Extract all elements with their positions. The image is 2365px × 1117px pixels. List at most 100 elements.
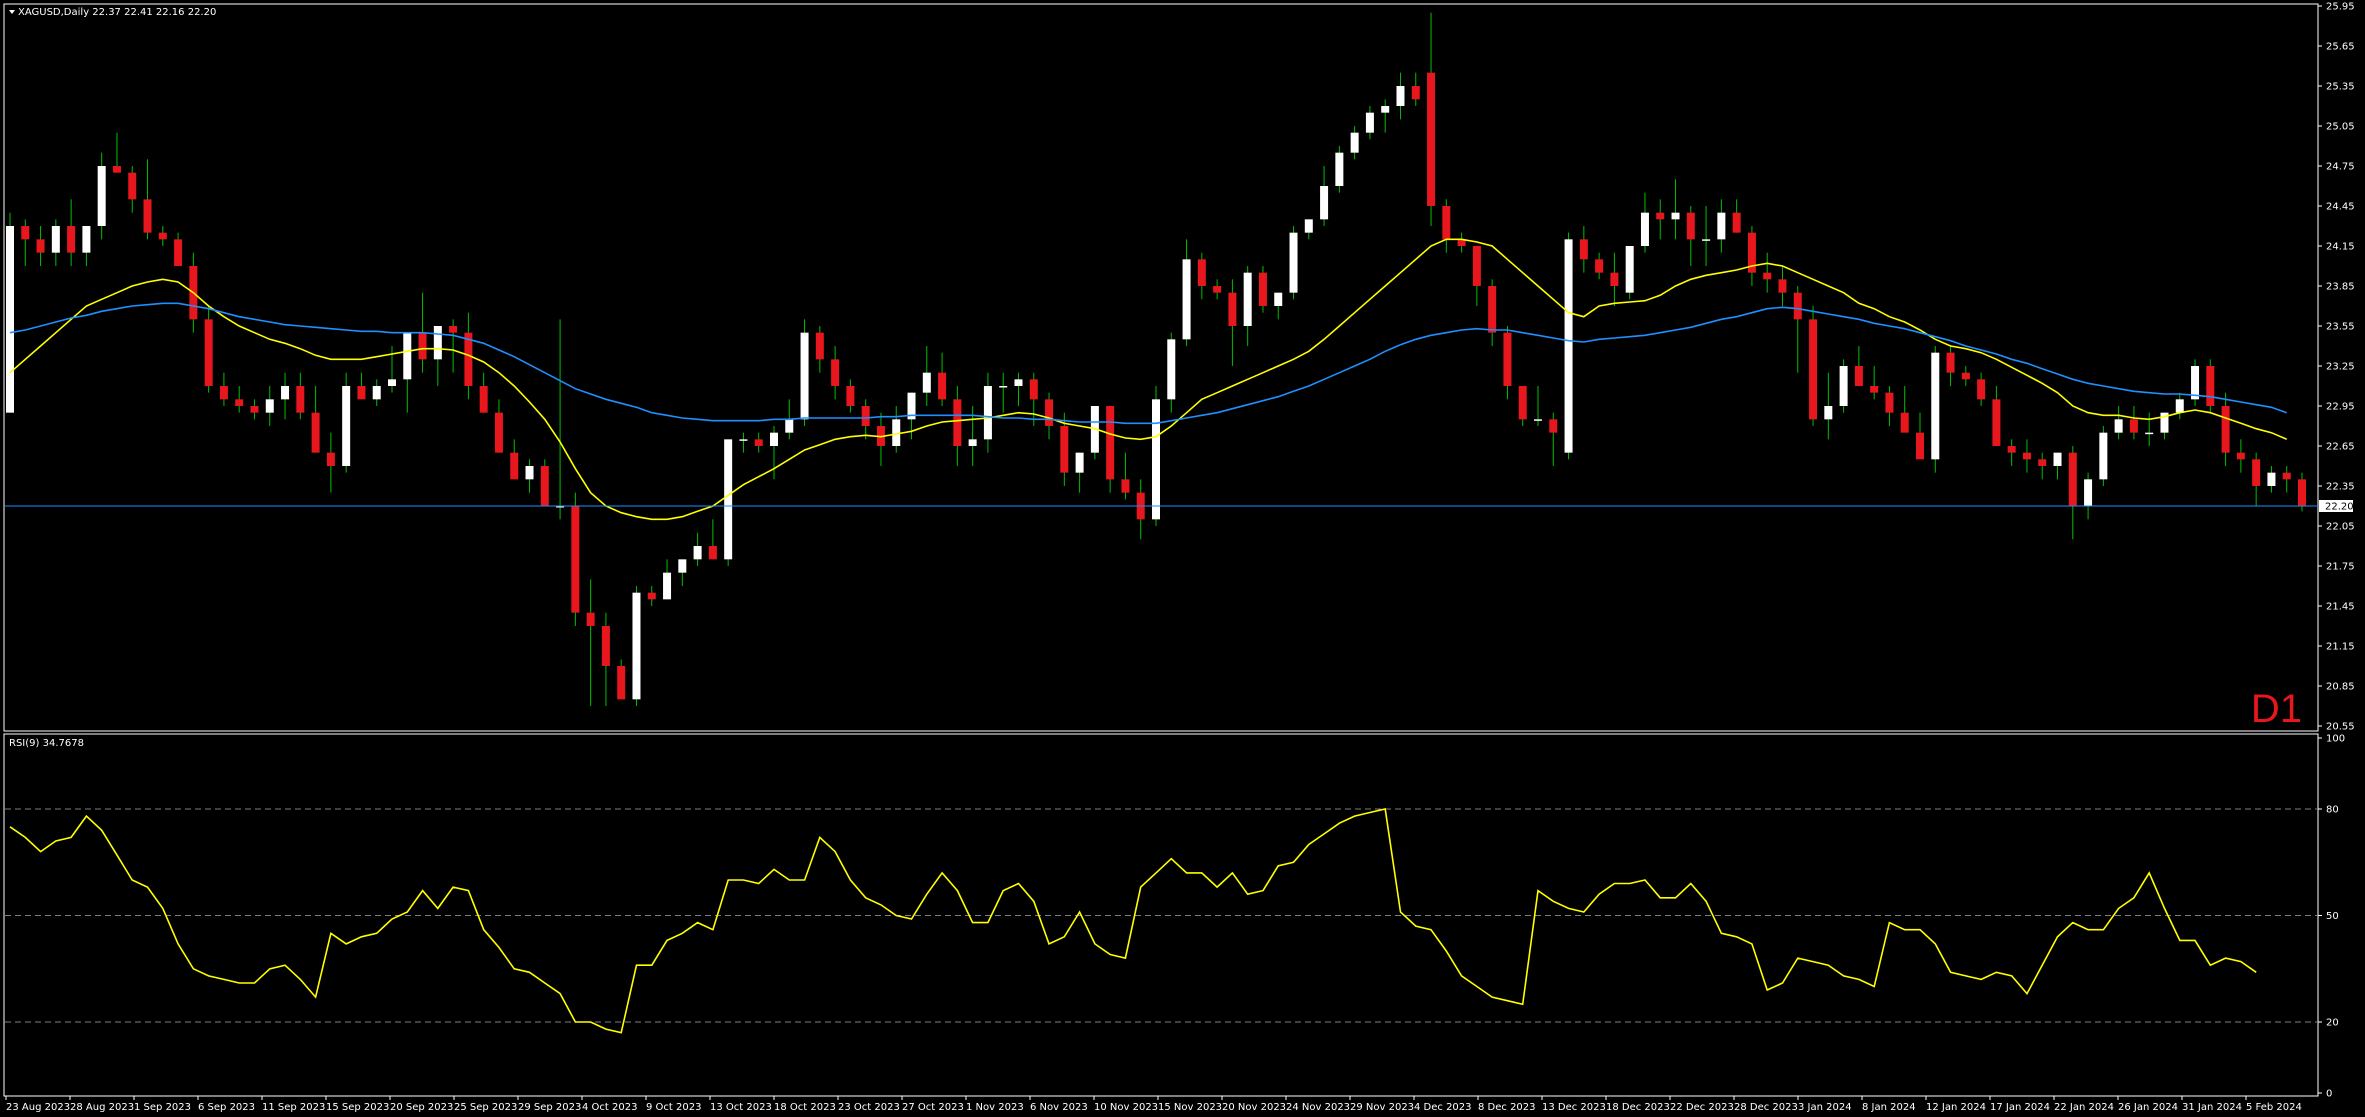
candle-bear xyxy=(67,226,76,253)
candle-bear xyxy=(1197,259,1206,286)
ma-fast-line xyxy=(9,238,2288,521)
candle-bull xyxy=(2114,419,2123,433)
price-tick-label: 24.45 xyxy=(2326,202,2355,213)
candle-bear xyxy=(2282,472,2291,480)
candle-bear xyxy=(1121,479,1130,493)
candle-bull xyxy=(693,546,702,560)
rsi-tick-label: 100 xyxy=(2326,734,2345,745)
candle-bear xyxy=(2206,366,2215,406)
candle-bull xyxy=(1824,406,1833,420)
candle-bear xyxy=(1503,332,1512,386)
candle-bull xyxy=(968,439,977,446)
price-tick-label: 22.95 xyxy=(2326,402,2355,413)
candle-bull xyxy=(999,386,1008,388)
rsi-level-lines xyxy=(5,808,2318,1023)
candle-bull xyxy=(2099,432,2108,480)
candle-bull xyxy=(1381,106,1390,113)
candle-bull xyxy=(1335,152,1344,186)
candle-bear xyxy=(571,506,580,613)
price-tick-label: 23.25 xyxy=(2326,362,2355,373)
candle-bear xyxy=(1778,279,1787,293)
rsi-tick-label: 20 xyxy=(2326,1018,2339,1029)
time-tick-label: 18 Oct 2023 xyxy=(774,1102,836,1113)
price-tick-label: 21.45 xyxy=(2326,602,2355,613)
candle-bull xyxy=(2175,399,2184,413)
candle-bear xyxy=(1763,272,1772,280)
candle-bull xyxy=(724,439,733,560)
rsi-line-layer xyxy=(9,808,2257,1034)
candle-bear xyxy=(2068,452,2077,506)
candle-bull xyxy=(739,439,748,441)
candle-bull xyxy=(1625,246,1634,293)
price-tick-label: 20.55 xyxy=(2326,722,2355,733)
candle-bear xyxy=(2221,406,2230,453)
price-tick-label: 25.95 xyxy=(2326,2,2355,13)
candle-bull xyxy=(403,332,412,380)
candle-bear xyxy=(128,172,137,200)
candle-bull xyxy=(372,386,381,400)
time-tick-label: 10 Nov 2023 xyxy=(1094,1102,1158,1113)
time-tick-label: 25 Sep 2023 xyxy=(454,1102,517,1113)
candle-bear xyxy=(1870,386,1879,393)
candle-bear xyxy=(1793,292,1802,320)
price-tick-label: 20.85 xyxy=(2326,682,2355,693)
candle-bear xyxy=(1045,399,1054,426)
price-tick-label: 24.75 xyxy=(2326,162,2355,173)
candle-bull xyxy=(632,592,641,700)
rsi-tick-label: 80 xyxy=(2326,805,2339,816)
candle-bear xyxy=(1228,292,1237,326)
candle-bear xyxy=(2022,452,2031,460)
candle-bull xyxy=(1702,239,1711,241)
time-tick-label: 13 Oct 2023 xyxy=(710,1102,772,1113)
candle-bear xyxy=(510,452,519,480)
candle-bear xyxy=(204,319,213,386)
price-tick-label: 21.15 xyxy=(2326,642,2355,653)
candle-bull xyxy=(1152,399,1160,520)
candle-bull xyxy=(1167,339,1176,400)
candle-bull xyxy=(1396,86,1405,106)
time-tick-label: 8 Dec 2023 xyxy=(1478,1102,1536,1113)
candle-bull xyxy=(1320,186,1329,220)
candle-bear xyxy=(1900,412,1909,433)
candle-bear xyxy=(1610,272,1619,286)
collapse-triangle-icon[interactable] xyxy=(9,10,15,14)
time-tick-label: 27 Oct 2023 xyxy=(902,1102,964,1113)
candle-bear xyxy=(2038,459,2047,466)
candle-bull xyxy=(1304,219,1313,233)
candle-bear xyxy=(112,166,121,173)
candle-bear xyxy=(1961,372,1970,380)
candle-bear xyxy=(235,399,244,406)
candle-bull xyxy=(388,379,396,386)
candle-bear xyxy=(1656,212,1665,220)
candle-bull xyxy=(82,226,91,253)
time-tick-label: 8 Jan 2024 xyxy=(1862,1102,1916,1113)
candle-bull xyxy=(785,419,794,433)
time-tick-label: 26 Jan 2024 xyxy=(2118,1102,2178,1113)
candle-bull xyxy=(1717,212,1726,240)
candle-bull xyxy=(1350,132,1359,153)
time-tick-label: 5 Feb 2024 xyxy=(2246,1102,2302,1113)
candle-bull xyxy=(525,466,534,480)
candle-bear xyxy=(36,239,45,253)
time-tick-label: 6 Sep 2023 xyxy=(198,1102,255,1113)
time-tick-label: 31 Jan 2024 xyxy=(2182,1102,2242,1113)
candle-bear xyxy=(1060,426,1069,473)
time-tick-label: 4 Dec 2023 xyxy=(1414,1102,1472,1113)
candle-bull xyxy=(1534,419,1542,421)
price-tick-label: 23.55 xyxy=(2326,322,2355,333)
candle-bear xyxy=(418,332,427,360)
candle-bull xyxy=(922,372,931,393)
candle-bear xyxy=(1595,259,1604,273)
rsi-tick-label: 50 xyxy=(2326,911,2339,922)
symbol-header-text: XAGUSD,Daily 22.37 22.41 22.16 22.20 xyxy=(18,7,216,18)
time-tick-label: 1 Nov 2023 xyxy=(966,1102,1024,1113)
time-tick-label: 29 Sep 2023 xyxy=(518,1102,581,1113)
candle-bear xyxy=(2236,452,2245,460)
time-tick-label: 15 Nov 2023 xyxy=(1158,1102,1222,1113)
candle-bull xyxy=(2145,432,2154,435)
candle-bull xyxy=(1243,272,1252,326)
price-tick-label: 24.15 xyxy=(2326,242,2355,253)
price-tick-label: 22.65 xyxy=(2326,442,2355,453)
time-tick-label: 13 Dec 2023 xyxy=(1542,1102,1606,1113)
candle-bull xyxy=(6,226,14,413)
